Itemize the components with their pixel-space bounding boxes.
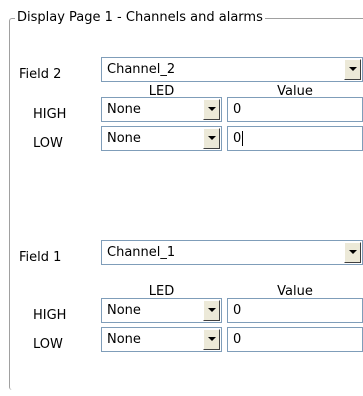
field-1-channel-value: Channel_1	[107, 245, 176, 260]
groupbox-title: Display Page 1 - Channels and alarms	[15, 9, 265, 27]
field-2-channel-value: Channel_2	[107, 62, 176, 77]
field-2-low-led-dropdown[interactable]: None	[101, 126, 222, 151]
field-2-high-value-text: 0	[233, 102, 242, 117]
field-2-high-label: HIGH	[33, 107, 67, 122]
chevron-down-icon[interactable]	[203, 329, 220, 350]
chevron-down-icon[interactable]	[203, 99, 220, 120]
field-1-low-led-value: None	[107, 332, 141, 347]
field-1-low-led-dropdown[interactable]: None	[101, 327, 222, 352]
field-2-high-led-dropdown[interactable]: None	[101, 97, 222, 122]
field-1-low-value-text: 0	[233, 332, 242, 347]
field-2-low-value-input[interactable]: 0	[227, 126, 363, 151]
field-1-low-label: LOW	[33, 337, 63, 352]
field-1-high-led-value: None	[107, 303, 141, 318]
field-1-high-label: HIGH	[33, 308, 67, 323]
field-1-channel-dropdown[interactable]: Channel_1	[101, 240, 363, 265]
field-1-low-value-input[interactable]: 0	[227, 327, 363, 352]
field-1-high-value-text: 0	[233, 303, 242, 318]
chevron-down-icon[interactable]	[203, 300, 220, 321]
field-2-low-led-value: None	[107, 131, 141, 146]
chevron-down-icon[interactable]	[203, 128, 220, 149]
chevron-down-icon[interactable]	[344, 59, 361, 80]
field-2-low-value-text: 0	[233, 131, 242, 146]
field-2-high-value-input[interactable]: 0	[227, 97, 363, 122]
field-1-label: Field 1	[19, 250, 62, 265]
field-2-channel-dropdown[interactable]: Channel_2	[101, 57, 363, 82]
field-1-high-value-input[interactable]: 0	[227, 298, 363, 323]
field-2-low-label: LOW	[33, 136, 63, 151]
field-2-label: Field 2	[19, 67, 62, 82]
chevron-down-icon[interactable]	[344, 242, 361, 263]
field-1-high-led-dropdown[interactable]: None	[101, 298, 222, 323]
text-caret	[242, 131, 244, 146]
field-2-high-led-value: None	[107, 102, 141, 117]
